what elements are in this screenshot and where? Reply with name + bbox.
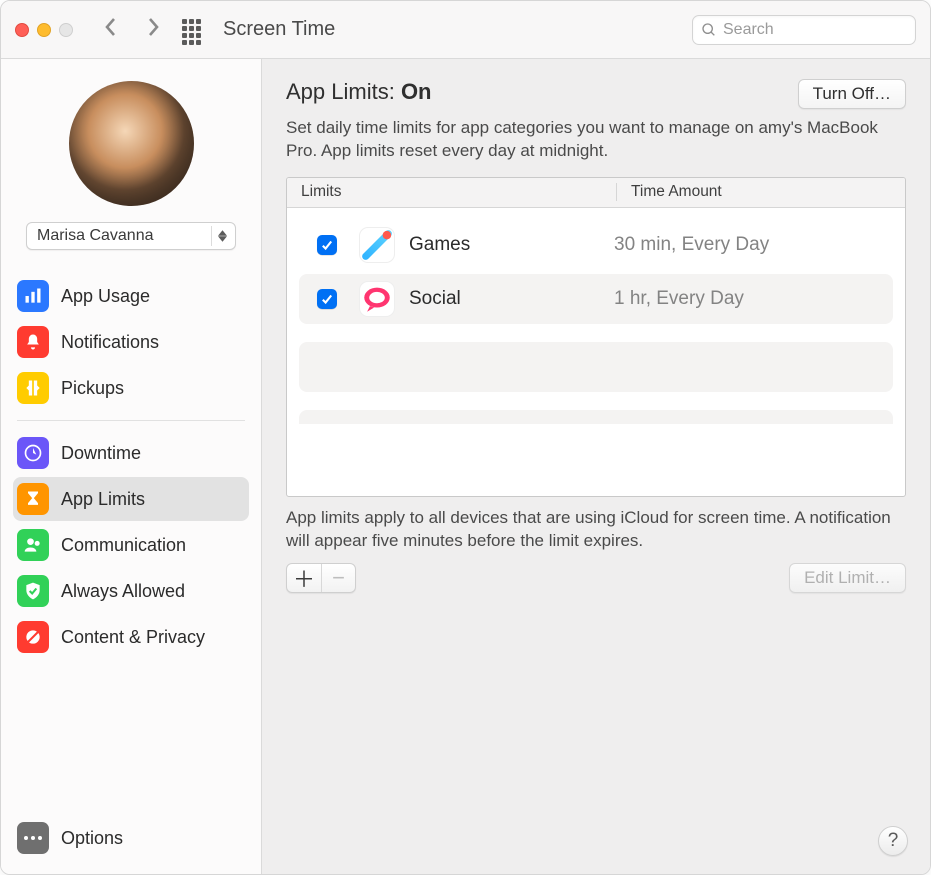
edit-limit-button[interactable]: Edit Limit… [789,563,906,593]
page-description: Set daily time limits for app categories… [286,117,906,163]
sidebar-item-communication[interactable]: Communication [13,523,249,567]
check-shield-icon [17,575,49,607]
downtime-icon [17,437,49,469]
chevron-up-down-icon [211,226,229,246]
sidebar-item-label: Pickups [61,378,124,399]
pickups-icon [17,372,49,404]
add-remove-group: ＋ − [286,563,356,593]
traffic-lights [15,23,73,37]
limit-row-games[interactable]: Games 30 min, Every Day [299,220,893,270]
empty-row [299,342,893,392]
close-window-button[interactable] [15,23,29,37]
ellipsis-icon [17,822,49,854]
main-pane: App Limits: On Turn Off… Set daily time … [262,59,930,874]
limit-checkbox[interactable] [317,289,337,309]
user-select[interactable]: Marisa Cavanna [26,222,236,250]
column-header-time[interactable]: Time Amount [617,183,905,201]
search-icon [701,22,717,38]
limit-row-social[interactable]: Social 1 hr, Every Day [299,274,893,324]
sidebar-item-label: Options [61,828,123,849]
sidebar: Marisa Cavanna App Usage [1,59,262,874]
limit-name: Games [409,234,614,256]
no-entry-icon [17,621,49,653]
bell-icon [17,326,49,358]
sidebar-item-label: Downtime [61,443,141,464]
sidebar-divider [17,420,245,421]
sidebar-item-downtime[interactable]: Downtime [13,431,249,475]
search-placeholder: Search [723,21,774,39]
sidebar-item-always-allowed[interactable]: Always Allowed [13,569,249,613]
show-all-prefs-button[interactable] [181,18,205,42]
sidebar-group-limits: Downtime App Limits Communication [13,431,249,659]
sidebar-item-label: App Limits [61,489,145,510]
social-icon [359,281,395,317]
page-title: App Limits: On [286,79,432,105]
user-avatar[interactable] [69,81,194,206]
remove-limit-button[interactable]: − [321,564,355,592]
empty-row [299,410,893,424]
sidebar-item-app-usage[interactable]: App Usage [13,274,249,318]
sidebar-group-activity: App Usage Notifications Pickups [13,274,249,410]
nav-arrows [101,15,163,44]
limits-table: Limits Time Amount Games 30 min, Every D… [286,177,906,497]
sidebar-item-notifications[interactable]: Notifications [13,320,249,364]
limit-name: Social [409,288,614,310]
user-select-label: Marisa Cavanna [37,227,154,245]
app-usage-icon [17,280,49,312]
sidebar-item-label: Content & Privacy [61,627,205,648]
search-input[interactable]: Search [692,15,916,45]
column-header-limits[interactable]: Limits [287,183,617,201]
minimize-window-button[interactable] [37,23,51,37]
hourglass-icon [17,483,49,515]
sidebar-item-label: Always Allowed [61,581,185,602]
footer-text: App limits apply to all devices that are… [286,507,906,553]
limit-time: 30 min, Every Day [614,234,769,256]
sidebar-item-label: Communication [61,535,186,556]
zoom-window-button[interactable] [59,23,73,37]
sidebar-item-label: App Usage [61,286,150,307]
titlebar: Screen Time Search [1,1,930,59]
sidebar-item-app-limits[interactable]: App Limits [13,477,249,521]
limit-checkbox[interactable] [317,235,337,255]
sidebar-item-label: Notifications [61,332,159,353]
help-button[interactable]: ? [878,826,908,856]
add-limit-button[interactable]: ＋ [287,564,321,592]
sidebar-item-options[interactable]: Options [13,818,249,858]
back-button[interactable] [101,15,121,44]
table-header: Limits Time Amount [287,178,905,208]
limit-time: 1 hr, Every Day [614,288,744,310]
communication-icon [17,529,49,561]
sidebar-item-pickups[interactable]: Pickups [13,366,249,410]
preferences-window: Screen Time Search Marisa Cavanna [0,0,931,875]
sidebar-item-content-privacy[interactable]: Content & Privacy [13,615,249,659]
games-icon [359,227,395,263]
window-title: Screen Time [223,18,335,41]
forward-button[interactable] [143,15,163,44]
turn-off-button[interactable]: Turn Off… [798,79,906,109]
